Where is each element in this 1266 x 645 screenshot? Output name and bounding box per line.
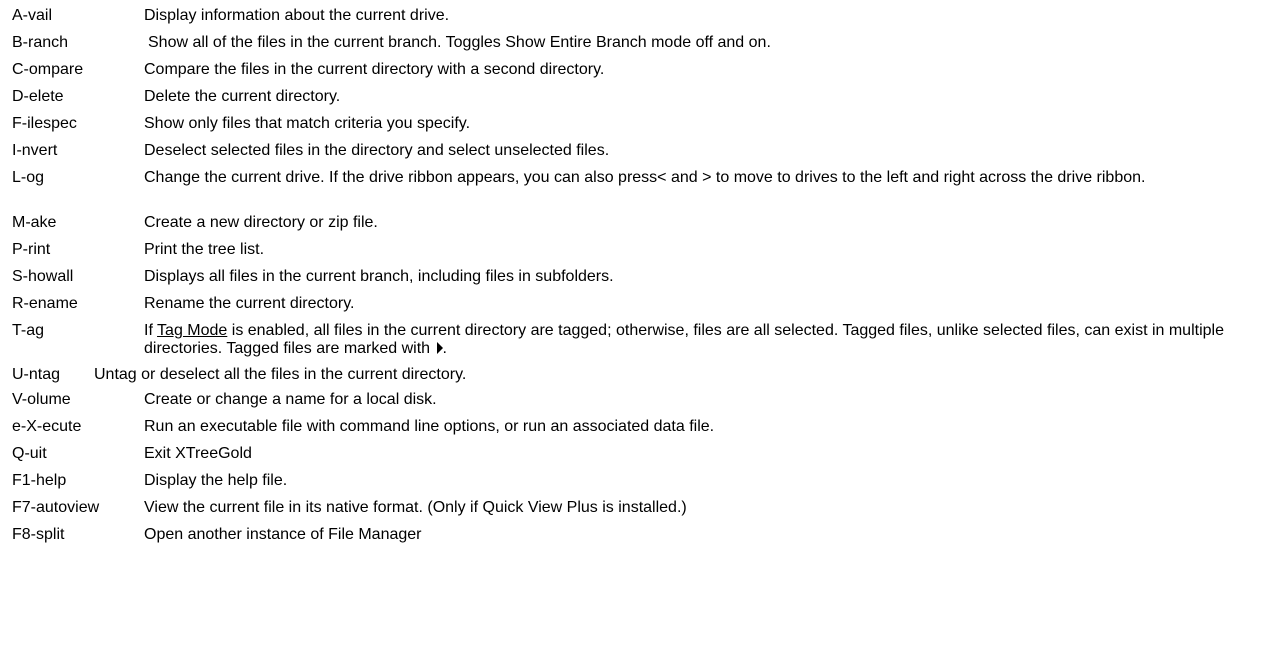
command-description: Show only files that match criteria you … xyxy=(144,115,471,132)
command-key: R-ename xyxy=(12,295,78,312)
list-item-log: L-og Change the current drive. If the dr… xyxy=(12,169,1252,209)
command-key: F1-help xyxy=(12,472,67,489)
command-key: L-og xyxy=(12,169,45,186)
command-description: Run an executable file with command line… xyxy=(144,418,715,435)
desc-before-link: If xyxy=(144,322,158,339)
list-item-tag: T-ag If Tag Mode is enabled, all files i… xyxy=(12,322,1252,362)
command-key: M-ake xyxy=(12,214,57,231)
command-description: Show all of the files in the current bra… xyxy=(148,34,771,51)
command-description: Untag or deselect all the files in the c… xyxy=(94,366,467,383)
command-key: F7-autoview xyxy=(12,499,100,516)
desc-after-link: is enabled, all files in the current dir… xyxy=(144,322,1224,357)
command-key: Q-uit xyxy=(12,445,47,462)
command-description: Compare the files in the current directo… xyxy=(144,61,605,78)
command-key: U-ntag xyxy=(12,366,61,383)
command-key: A-vail xyxy=(12,7,53,24)
command-description: Open another instance of File Manager xyxy=(144,526,422,543)
command-description: Deselect selected files in the directory… xyxy=(144,142,610,159)
command-key: F-ilespec xyxy=(12,115,77,132)
command-key: P-rint xyxy=(12,241,51,258)
command-key: e-X-ecute xyxy=(12,418,82,435)
command-description: Rename the current directory. xyxy=(144,295,355,312)
command-key: V-olume xyxy=(12,391,71,408)
command-key: S-howall xyxy=(12,268,74,285)
command-description: If Tag Mode is enabled, all files in the… xyxy=(144,322,1234,358)
command-description: Displays all files in the current branch… xyxy=(144,268,614,285)
tag-mode-link[interactable]: Tag Mode xyxy=(157,322,227,339)
command-description: Create a new directory or zip file. xyxy=(144,214,378,231)
command-description: Display the help file. xyxy=(144,472,288,489)
command-description: Print the tree list. xyxy=(144,241,265,258)
command-description: Exit XTreeGold xyxy=(144,445,252,462)
desc-end: . xyxy=(442,340,447,357)
command-key: B-ranch xyxy=(12,34,69,51)
command-description: Display information about the current dr… xyxy=(144,7,450,24)
command-key: F8-split xyxy=(12,526,65,543)
command-description: Create or change a name for a local disk… xyxy=(144,391,437,408)
command-key: D-elete xyxy=(12,88,64,105)
command-description: Change the current drive. If the drive r… xyxy=(144,169,1146,186)
command-key: C-ompare xyxy=(12,61,84,78)
command-description: View the current file in its native form… xyxy=(144,499,687,516)
command-description: Delete the current directory. xyxy=(144,88,341,105)
command-key: T-ag xyxy=(12,322,45,339)
command-key: I-nvert xyxy=(12,142,58,159)
